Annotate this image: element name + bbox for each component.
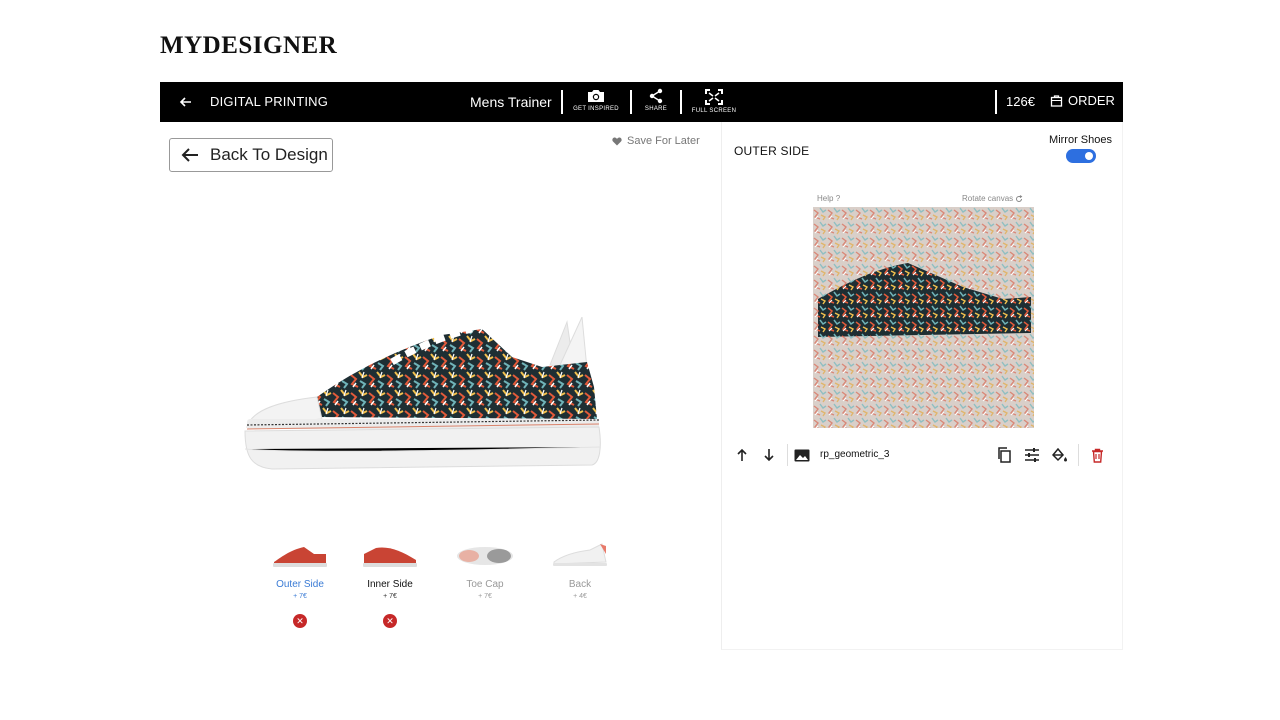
toolbar-divider: [995, 90, 997, 114]
view-label: Inner Side: [367, 579, 413, 590]
mirror-shoes-control: Mirror Shoes: [1049, 134, 1112, 163]
layer-name[interactable]: rp_geometric_3: [820, 449, 889, 460]
sliders-icon: [1025, 448, 1039, 462]
inner-side-thumbnail: [363, 547, 417, 567]
outer-side-thumbnail: [273, 547, 327, 567]
duplicate-layer-button[interactable]: [995, 446, 1013, 464]
side-title: OUTER SIDE: [734, 144, 810, 158]
logo: MYDESIGNER: [160, 32, 338, 59]
share-button[interactable]: SHARE: [641, 88, 671, 112]
view-inner-side[interactable]: Inner Side + 7€ ✕: [350, 540, 430, 628]
remove-outer-side-button[interactable]: ✕: [293, 614, 307, 628]
delete-layer-button[interactable]: [1088, 446, 1106, 464]
arrow-down-icon: [764, 449, 774, 462]
image-layer-icon-wrap: [793, 446, 811, 464]
copy-icon: [997, 447, 1011, 463]
order-label: ORDER: [1068, 93, 1115, 108]
arrow-left-icon: [181, 148, 198, 162]
back-to-design-label: Back To Design: [210, 145, 328, 164]
toe-cap-thumbnail: [457, 547, 513, 565]
image-icon: [794, 449, 810, 461]
fill-color-button[interactable]: [1051, 446, 1069, 464]
preview-pane: Back To Design Save For Later Outer Side…: [160, 122, 721, 650]
view-label: Toe Cap: [466, 579, 504, 590]
layer-divider: [787, 444, 788, 466]
back-thumbnail: [553, 543, 607, 566]
mirror-shoes-label: Mirror Shoes: [1049, 134, 1112, 146]
move-down-button[interactable]: [760, 446, 778, 464]
toolbar-divider: [680, 90, 682, 114]
design-canvas[interactable]: [813, 207, 1034, 428]
view-label: Back: [568, 579, 592, 590]
view-outer-side[interactable]: Outer Side + 7€ ✕: [260, 540, 340, 628]
product-name: Mens Trainer: [470, 94, 552, 110]
camera-icon: [588, 90, 604, 102]
rotate-icon: [1016, 194, 1023, 202]
toolbar-divider: [561, 90, 563, 114]
get-inspired-button[interactable]: GET INSPIRED: [570, 88, 622, 112]
design-editor-pane: OUTER SIDE Mirror Shoes Help ? Rotate ca…: [721, 122, 1123, 650]
view-back[interactable]: Back + 4€: [540, 540, 620, 600]
paint-bucket-icon: [1052, 447, 1067, 461]
back-arrow-icon[interactable]: [178, 94, 194, 110]
view-label: Outer Side: [276, 579, 324, 590]
save-for-later-button[interactable]: Save For Later: [612, 135, 700, 147]
fullscreen-icon: [705, 89, 723, 105]
top-toolbar: DIGITAL PRINTING Mens Trainer GET INSPIR…: [160, 82, 1123, 122]
back-to-design-button[interactable]: Back To Design: [169, 138, 333, 172]
share-icon: [649, 88, 663, 104]
shoe-views: Outer Side + 7€ ✕ Inner Side + 7€ ✕ Toe …: [260, 540, 620, 630]
layer-divider: [1078, 444, 1079, 466]
help-label: Help: [817, 194, 834, 203]
full-screen-label: FULL SCREEN: [691, 108, 737, 114]
remove-inner-side-button[interactable]: ✕: [383, 614, 397, 628]
shopping-bag-icon: [1050, 95, 1063, 107]
full-screen-button[interactable]: FULL SCREEN: [690, 88, 738, 114]
move-up-button[interactable]: [733, 446, 751, 464]
arrow-up-icon: [737, 448, 747, 461]
shoe-preview: [244, 317, 601, 470]
view-toe-cap[interactable]: Toe Cap + 7€: [445, 540, 525, 600]
help-question-icon: ?: [835, 194, 841, 203]
total-price: 126€: [1006, 94, 1035, 109]
save-for-later-label: Save For Later: [627, 135, 700, 147]
mirror-shoes-toggle[interactable]: [1065, 149, 1096, 163]
view-price: + 7€: [383, 593, 397, 600]
view-price: + 4€: [573, 593, 587, 600]
trash-icon: [1091, 448, 1103, 463]
section-title: DIGITAL PRINTING: [210, 94, 329, 109]
view-price: + 7€: [293, 593, 307, 600]
rotate-canvas-label: Rotate canvas: [962, 194, 1014, 203]
layer-row: rp_geometric_3: [722, 440, 1124, 470]
order-button[interactable]: ORDER: [1050, 93, 1115, 108]
heart-icon: [612, 137, 622, 145]
view-price: + 7€: [478, 593, 492, 600]
get-inspired-label: GET INSPIRED: [573, 106, 619, 112]
toolbar-divider: [630, 90, 632, 114]
share-label: SHARE: [644, 106, 668, 112]
adjust-layer-button[interactable]: [1023, 446, 1041, 464]
rotate-canvas-button[interactable]: Rotate canvas: [962, 194, 1023, 203]
help-link[interactable]: Help ?: [817, 194, 840, 203]
